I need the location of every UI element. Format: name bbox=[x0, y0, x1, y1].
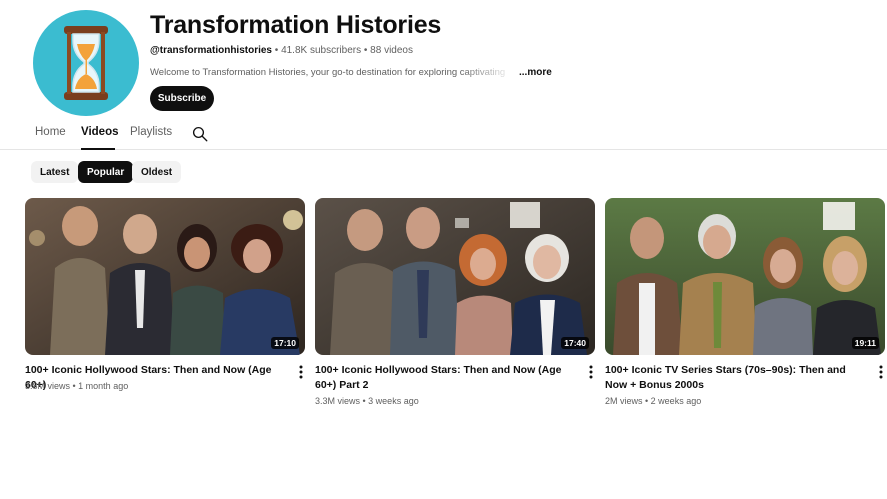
chip-latest[interactable]: Latest bbox=[31, 161, 79, 183]
more-vertical-icon[interactable] bbox=[585, 364, 597, 380]
upload-age: 3 weeks ago bbox=[368, 396, 419, 406]
more-vertical-icon[interactable] bbox=[295, 364, 307, 380]
subscriber-count: 41.8K subscribers bbox=[281, 45, 362, 56]
channel-description[interactable]: Welcome to Transformation Histories, you… bbox=[150, 67, 510, 78]
view-count: 2M views bbox=[605, 396, 643, 406]
tab-videos[interactable]: Videos bbox=[81, 126, 119, 138]
chip-oldest[interactable]: Oldest bbox=[132, 161, 182, 183]
more-vertical-icon[interactable] bbox=[875, 364, 887, 380]
thumbnail-image bbox=[25, 198, 305, 355]
chip-popular[interactable]: Popular bbox=[78, 161, 134, 183]
hourglass-icon bbox=[64, 26, 108, 100]
channel-avatar[interactable] bbox=[33, 10, 139, 116]
view-count: 3.3M views bbox=[315, 396, 361, 406]
meta-separator: • bbox=[360, 396, 369, 406]
search-icon[interactable] bbox=[191, 125, 209, 143]
more-link[interactable]: ...more bbox=[519, 67, 552, 78]
description-fade bbox=[460, 64, 515, 80]
meta-separator: • bbox=[70, 381, 79, 391]
tab-playlists[interactable]: Playlists bbox=[130, 126, 172, 138]
tab-home[interactable]: Home bbox=[35, 126, 66, 138]
video-duration: 19:11 bbox=[851, 337, 879, 349]
active-tab-indicator bbox=[81, 148, 115, 150]
video-title[interactable]: 100+ Iconic TV Series Stars (70s–90s): T… bbox=[605, 363, 867, 393]
channel-tabs: Home Videos Playlists bbox=[0, 118, 887, 150]
channel-handle[interactable]: @transformationhistories bbox=[150, 45, 272, 56]
video-thumbnail[interactable]: 17:10 bbox=[25, 198, 305, 355]
video-thumbnail[interactable]: 19:11 bbox=[605, 198, 885, 355]
channel-meta: @transformationhistories • 41.8K subscri… bbox=[150, 45, 413, 56]
video-meta: 3.3M views • 3 weeks ago bbox=[315, 394, 577, 408]
thumbnail-image bbox=[315, 198, 595, 355]
channel-title: Transformation Histories bbox=[150, 11, 442, 39]
video-meta: 2M views • 2 weeks ago bbox=[605, 394, 867, 408]
upload-age: 1 month ago bbox=[78, 381, 129, 391]
video-count: 88 videos bbox=[370, 45, 413, 56]
thumbnail-image bbox=[605, 198, 885, 355]
subscribe-button[interactable]: Subscribe bbox=[150, 86, 214, 111]
video-duration: 17:10 bbox=[271, 337, 299, 349]
video-card: 17:10 100+ Iconic Hollywood Stars: Then … bbox=[25, 198, 305, 391]
video-title[interactable]: 100+ Iconic Hollywood Stars: Then and No… bbox=[315, 363, 577, 393]
view-count: 3.8M views bbox=[25, 381, 71, 391]
upload-age: 2 weeks ago bbox=[650, 396, 702, 406]
video-meta: 3.8M views • 1 month ago bbox=[25, 379, 287, 393]
video-thumbnail[interactable]: 17:40 bbox=[315, 198, 595, 355]
video-card: 17:40 100+ Iconic Hollywood Stars: Then … bbox=[315, 198, 595, 406]
video-duration: 17:40 bbox=[561, 337, 589, 349]
meta-separator: • bbox=[642, 396, 651, 406]
video-card: 19:11 100+ Iconic TV Series Stars (70s–9… bbox=[605, 198, 885, 406]
